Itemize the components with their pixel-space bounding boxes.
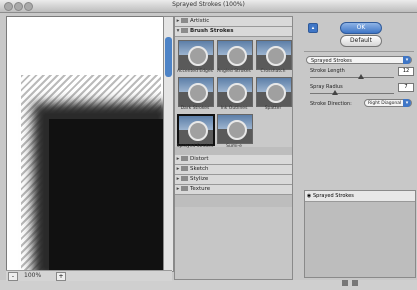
- category-brush-strokes[interactable]: ▾ Brush Strokes: [175, 27, 292, 37]
- mug-image: [188, 121, 208, 141]
- spray-radius-input[interactable]: 7: [398, 83, 414, 92]
- filter-thumb-ink-outlines[interactable]: [217, 77, 253, 107]
- scroll-thumb[interactable]: [165, 37, 172, 77]
- filter-thumb-label: Sumi-e: [226, 144, 242, 149]
- stroke-length-label: Stroke Length: [310, 68, 345, 74]
- category-sketch[interactable]: ▸ Sketch: [175, 165, 292, 175]
- mug-image: [227, 120, 247, 140]
- title-bar[interactable]: Sprayed Strokes (100%): [0, 0, 417, 13]
- settings-panel: ▴ OK Default Sprayed Strokes ▾ Stroke Le…: [294, 16, 417, 286]
- category-label: Artistic: [190, 18, 210, 24]
- ok-button[interactable]: OK: [340, 22, 382, 34]
- filter-thumb-accented-edges[interactable]: [178, 40, 214, 70]
- filter-thumb-dark-strokes[interactable]: [178, 77, 214, 107]
- stroke-direction-select[interactable]: Right Diagonal ▾: [364, 99, 412, 107]
- mug-image: [188, 83, 208, 103]
- filter-select[interactable]: Sprayed Strokes ▾: [306, 56, 412, 64]
- filter-thumb-angled-strokes[interactable]: [217, 40, 253, 70]
- slider-knob[interactable]: [332, 90, 338, 95]
- preview-image: [49, 119, 163, 271]
- new-layer-icon[interactable]: [342, 280, 348, 286]
- category-artistic[interactable]: ▸ Artistic: [175, 17, 292, 27]
- category-stylize[interactable]: ▸ Stylize: [175, 175, 292, 185]
- default-button[interactable]: Default: [340, 35, 382, 47]
- filter-thumb-crosshatch[interactable]: [256, 40, 292, 70]
- folder-icon: [181, 18, 188, 23]
- stroke-direction-value: Right Diagonal: [368, 101, 402, 106]
- preview-scrollbar[interactable]: [163, 16, 174, 272]
- chevron-down-icon: ▾: [403, 99, 411, 107]
- category-distort[interactable]: ▸ Distort: [175, 155, 292, 165]
- mug-image: [266, 83, 286, 103]
- spray-radius-slider[interactable]: [310, 90, 394, 95]
- preview-canvas[interactable]: [6, 16, 164, 272]
- trash-icon[interactable]: [352, 280, 358, 286]
- mug-image: [266, 46, 286, 66]
- filter-list-empty-area: [175, 207, 292, 279]
- category-label: Sketch: [190, 166, 209, 172]
- mug-image: [227, 46, 247, 66]
- stroke-length-slider[interactable]: [310, 74, 394, 79]
- filter-gallery-window: Sprayed Strokes (100%) - 100% + ▸ Artisti…: [0, 0, 417, 286]
- window-title: Sprayed Strokes (100%): [172, 1, 245, 8]
- filter-thumb-label: Dark Strokes: [180, 106, 210, 111]
- effect-layer-label: Sprayed Strokes: [313, 193, 354, 199]
- filter-thumb-sumi-e[interactable]: [217, 114, 253, 144]
- filter-thumb-label: Angled Strokes: [217, 69, 251, 74]
- folder-icon: [181, 176, 188, 181]
- mug-image: [188, 46, 208, 66]
- eye-icon[interactable]: ◉: [305, 191, 313, 201]
- chevron-down-icon: ▾: [403, 56, 411, 64]
- filter-thumb-label: Spatter: [264, 106, 282, 111]
- filter-thumb-label: Sprayed Strokes: [176, 144, 214, 149]
- slider-knob[interactable]: [358, 74, 364, 79]
- filter-thumb-label: Accented Edges: [176, 69, 214, 74]
- zoom-level[interactable]: 100%: [24, 272, 41, 279]
- effect-layers-panel: ◉ Sprayed Strokes: [304, 190, 416, 278]
- collapse-panel-icon[interactable]: ▴: [308, 23, 318, 33]
- brush-strokes-thumbnails: Accented Edges Angled Strokes Crosshatch…: [175, 37, 292, 149]
- category-label: Brush Strokes: [190, 28, 234, 34]
- effect-layer-row[interactable]: ◉ Sprayed Strokes: [305, 191, 415, 202]
- stroke-length-input[interactable]: 12: [398, 67, 414, 76]
- filter-thumb-label: Ink Outlines: [220, 106, 248, 111]
- category-texture[interactable]: ▸ Texture: [175, 185, 292, 195]
- divider: [304, 51, 414, 52]
- folder-icon: [181, 28, 188, 33]
- stroke-direction-label: Stroke Direction:: [310, 101, 352, 107]
- filter-select-value: Sprayed Strokes: [311, 58, 352, 64]
- category-label: Texture: [190, 186, 211, 192]
- filter-thumb-spatter[interactable]: [256, 77, 292, 107]
- folder-icon: [181, 166, 188, 171]
- category-label: Stylize: [190, 176, 209, 182]
- preview-bottom-bar: - 100% +: [6, 270, 172, 281]
- mug-image: [227, 83, 247, 103]
- category-label: Distort: [190, 156, 209, 162]
- filter-list-panel: ▸ Artistic ▾ Brush Strokes Accented Edges …: [174, 16, 293, 280]
- folder-icon: [181, 186, 188, 191]
- folder-icon: [181, 156, 188, 161]
- filter-thumb-label: Crosshatch: [260, 69, 286, 74]
- filter-thumb-sprayed-strokes[interactable]: [177, 114, 215, 146]
